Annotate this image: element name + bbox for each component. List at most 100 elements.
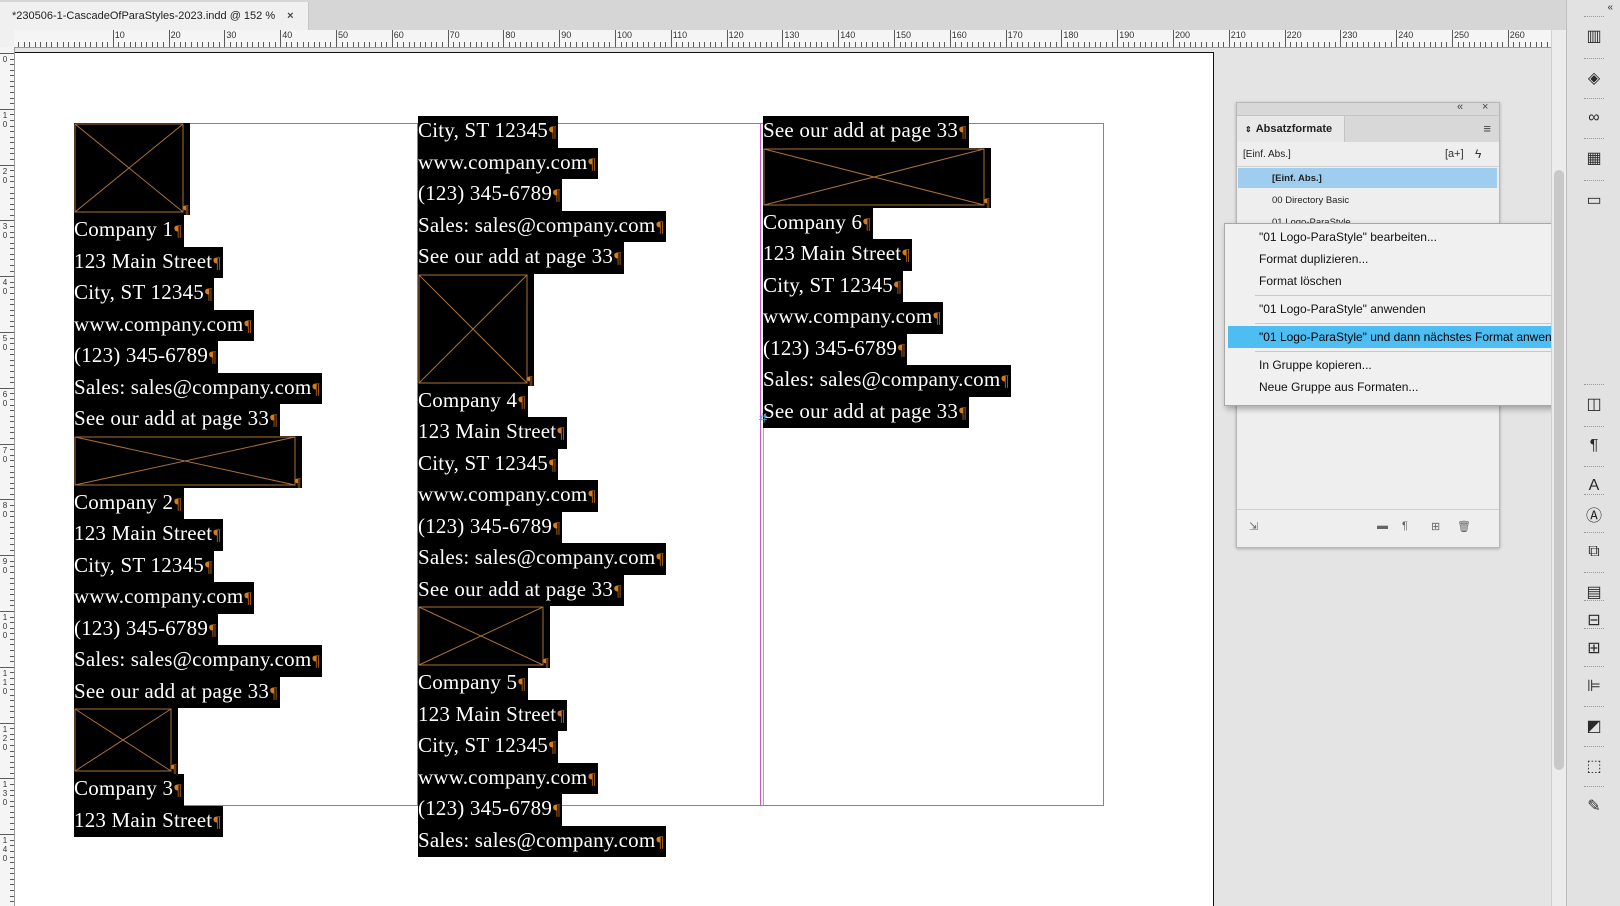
image-placeholder-frame[interactable]: ¶ <box>74 435 302 488</box>
align-icon[interactable]: ⊫ <box>1567 672 1620 700</box>
text-wrap-icon[interactable]: ⧉ <box>1567 538 1620 566</box>
text-line[interactable]: Company 5¶ <box>418 668 528 700</box>
transform-icon[interactable]: ⬚ <box>1567 752 1620 780</box>
text-line[interactable]: City, ST 12345¶ <box>418 116 559 148</box>
text-line[interactable]: (123) 345-6789¶ <box>418 179 563 211</box>
delete-style-icon[interactable]: 🗑 <box>1457 520 1471 533</box>
close-panel-icon[interactable]: × <box>1482 101 1488 113</box>
toolbar-group-grip[interactable] <box>1584 180 1604 183</box>
toolbar-group-grip[interactable] <box>1584 572 1604 575</box>
layers-icon[interactable]: ◈ <box>1567 64 1620 92</box>
text-line[interactable]: Company 3¶ <box>74 774 184 806</box>
text-line[interactable]: 123 Main Street¶ <box>418 417 567 449</box>
document-page[interactable]: ¶ Company 1¶ 123 Main Street¶ City, ST 1234… <box>15 52 1214 906</box>
toolbar-group-grip[interactable] <box>1584 706 1604 709</box>
collapse-dock-icon[interactable]: « <box>1567 0 1620 14</box>
text-frame-column-3[interactable]: See our add at page 33¶ ¶ Company 6¶ 123 Ma… <box>763 116 1011 428</box>
text-line[interactable]: Sales: sales@company.com¶ <box>74 645 322 677</box>
text-line[interactable]: Sales: sales@company.com¶ <box>418 210 666 242</box>
text-line[interactable]: (123) 345-6789¶ <box>418 794 563 826</box>
text-line[interactable]: 123 Main Street¶ <box>74 246 223 278</box>
image-placeholder-frame[interactable]: ¶ <box>763 147 991 208</box>
style-list-item[interactable]: [Einf. Abs.] <box>1238 168 1497 188</box>
text-line[interactable]: 123 Main Street¶ <box>74 519 223 551</box>
text-line[interactable]: (123) 345-6789¶ <box>74 613 219 645</box>
document-tab[interactable]: *230506-1-CascadeOfParaStyles-2023.indd … <box>0 2 309 30</box>
cell-styles-icon[interactable]: ⊞ <box>1567 634 1620 662</box>
toolbar-group-grip[interactable] <box>1584 58 1604 61</box>
toolbar-group-grip[interactable] <box>1584 426 1604 429</box>
text-line[interactable]: 123 Main Street¶ <box>418 699 567 731</box>
toolbar-group-grip[interactable] <box>1584 746 1604 749</box>
text-line[interactable]: www.company.com¶ <box>418 480 598 512</box>
toolbar-group-grip[interactable] <box>1584 786 1604 789</box>
text-line[interactable]: Company 4¶ <box>418 385 528 417</box>
toolbar-group-grip[interactable] <box>1584 494 1604 497</box>
toolbar-group-grip[interactable] <box>1584 666 1604 669</box>
text-line[interactable]: City, ST 12345¶ <box>74 550 215 582</box>
text-line[interactable]: City, ST 12345¶ <box>763 270 904 302</box>
notes-icon[interactable]: ✎ <box>1567 792 1620 820</box>
toolbar-group-grip[interactable] <box>1584 384 1604 387</box>
text-line[interactable]: Company 6¶ <box>763 207 873 239</box>
swatches-icon[interactable]: ▦ <box>1567 144 1620 172</box>
text-line[interactable]: See our add at page 33¶ <box>74 676 280 708</box>
pages-icon[interactable]: ▥ <box>1567 22 1620 50</box>
ruler-origin[interactable] <box>0 30 15 48</box>
text-line[interactable]: www.company.com¶ <box>763 302 943 334</box>
style-list-item[interactable]: 00 Directory Basic <box>1238 190 1497 210</box>
text-line[interactable]: www.company.com¶ <box>418 762 598 794</box>
collapse-panel-icon[interactable]: « <box>1457 101 1463 113</box>
paragraph-icon[interactable]: ¶ <box>1567 432 1620 460</box>
text-line[interactable]: City, ST 12345¶ <box>418 448 559 480</box>
toolbar-group-grip[interactable] <box>1584 98 1604 101</box>
text-line[interactable]: See our add at page 33¶ <box>418 242 624 274</box>
text-line[interactable]: Company 2¶ <box>74 487 184 519</box>
close-tab-icon[interactable]: × <box>287 10 293 22</box>
image-placeholder-frame[interactable]: ¶ <box>74 123 190 215</box>
new-group-icon[interactable]: ▬ <box>1377 520 1388 532</box>
text-line[interactable]: (123) 345-6789¶ <box>763 333 908 365</box>
toolbar-group-grip[interactable] <box>1584 138 1604 141</box>
text-frame-column-1[interactable]: ¶ Company 1¶ 123 Main Street¶ City, ST 1234… <box>74 123 322 837</box>
toolbar-group-grip[interactable] <box>1584 16 1604 19</box>
text-frame-column-2[interactable]: City, ST 12345¶ www.company.com¶ (123) 345… <box>418 116 666 857</box>
text-line[interactable]: Sales: sales@company.com¶ <box>418 825 666 857</box>
text-line[interactable]: Sales: sales@company.com¶ <box>763 365 1011 397</box>
pathfinder-icon[interactable]: ◩ <box>1567 712 1620 740</box>
toolbar-group-grip[interactable] <box>1584 532 1604 535</box>
quick-apply-icon[interactable]: ϟ <box>1475 147 1481 161</box>
clear-overrides-icon[interactable]: ¶ <box>1402 520 1408 532</box>
scrollbar-thumb[interactable] <box>1554 170 1564 770</box>
text-line[interactable]: (123) 345-6789¶ <box>74 341 219 373</box>
text-line[interactable]: Sales: sales@company.com¶ <box>418 543 666 575</box>
effects-icon[interactable]: ◫ <box>1567 390 1620 418</box>
text-line[interactable]: See our add at page 33¶ <box>418 574 624 606</box>
new-style-icon[interactable]: ⊞ <box>1431 520 1440 533</box>
horizontal-ruler[interactable]: 10 20 30 40 50 60 70 80 90 100 110 120 130 140 150 160 1… <box>14 30 1554 48</box>
vertical-scrollbar[interactable] <box>1551 30 1567 906</box>
text-line[interactable]: Company 1¶ <box>74 215 184 247</box>
gradient-icon[interactable]: ▭ <box>1567 186 1620 214</box>
text-line[interactable]: 123 Main Street¶ <box>74 805 223 837</box>
text-line[interactable]: 123 Main Street¶ <box>763 239 912 271</box>
text-line[interactable]: www.company.com¶ <box>418 147 598 179</box>
toolbar-group-grip[interactable] <box>1584 628 1604 631</box>
text-line[interactable]: See our add at page 33¶ <box>74 404 280 436</box>
panel-tab-absatzformate[interactable]: ⇕ Absatzformate <box>1237 116 1345 142</box>
text-line[interactable]: City, ST 12345¶ <box>418 731 559 763</box>
panel-menu-icon[interactable]: ≡ <box>1483 121 1491 136</box>
text-line[interactable]: (123) 345-6789¶ <box>418 511 563 543</box>
character-styles-icon[interactable]: Ⓐ <box>1567 500 1620 528</box>
new-style-override-icon[interactable]: [a+] <box>1445 148 1464 160</box>
image-placeholder-frame[interactable]: ¶ <box>418 273 534 386</box>
style-mapping-icon[interactable]: ⇲ <box>1249 520 1258 533</box>
text-line[interactable]: www.company.com¶ <box>74 309 254 341</box>
image-placeholder-frame[interactable]: ¶ <box>418 606 550 668</box>
text-line[interactable]: See our add at page 33¶ <box>763 396 969 428</box>
vertical-ruler[interactable]: 0 10 20 30 40 50 60 70 80 90 100 110 120 130 140 <box>0 47 15 906</box>
text-line[interactable]: City, ST 12345¶ <box>74 278 215 310</box>
links-icon[interactable]: ∞ <box>1567 104 1620 132</box>
toolbar-group-grip[interactable] <box>1584 466 1604 469</box>
text-line[interactable]: www.company.com¶ <box>74 582 254 614</box>
